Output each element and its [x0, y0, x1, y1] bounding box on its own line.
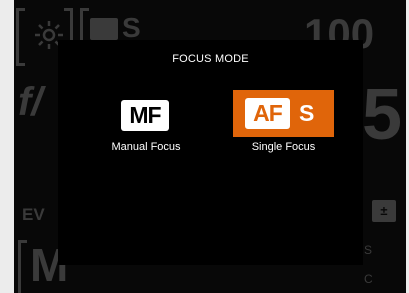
af-s-mini-icon [90, 18, 118, 40]
camera-screen: S 100 f/ 5 EV ± M S C FOCUS MODE MF Manu… [14, 0, 406, 293]
manual-focus-label: Manual Focus [111, 141, 181, 153]
ev-label: EV [22, 205, 45, 224]
top-left-bracket [16, 8, 25, 66]
single-focus-label: Single Focus [251, 141, 316, 153]
mf-icon: MF [121, 100, 169, 131]
af-s-selected-highlight: AF S [233, 90, 334, 137]
exposure-compensation-icon: ± [372, 200, 396, 222]
af-icon: AF [245, 98, 290, 129]
af-s-suffix: S [299, 100, 315, 126]
aperture-label: f/ [18, 80, 43, 124]
side-indicator-s: S [364, 243, 373, 257]
bottom-left-bracket [18, 240, 27, 293]
focus-mode-dialog: FOCUS MODE MF Manual Focus AF S Single F… [58, 40, 363, 265]
side-indicator-c: C [364, 272, 373, 286]
aperture-value: 5 [362, 75, 403, 155]
dialog-title: FOCUS MODE [172, 53, 249, 65]
